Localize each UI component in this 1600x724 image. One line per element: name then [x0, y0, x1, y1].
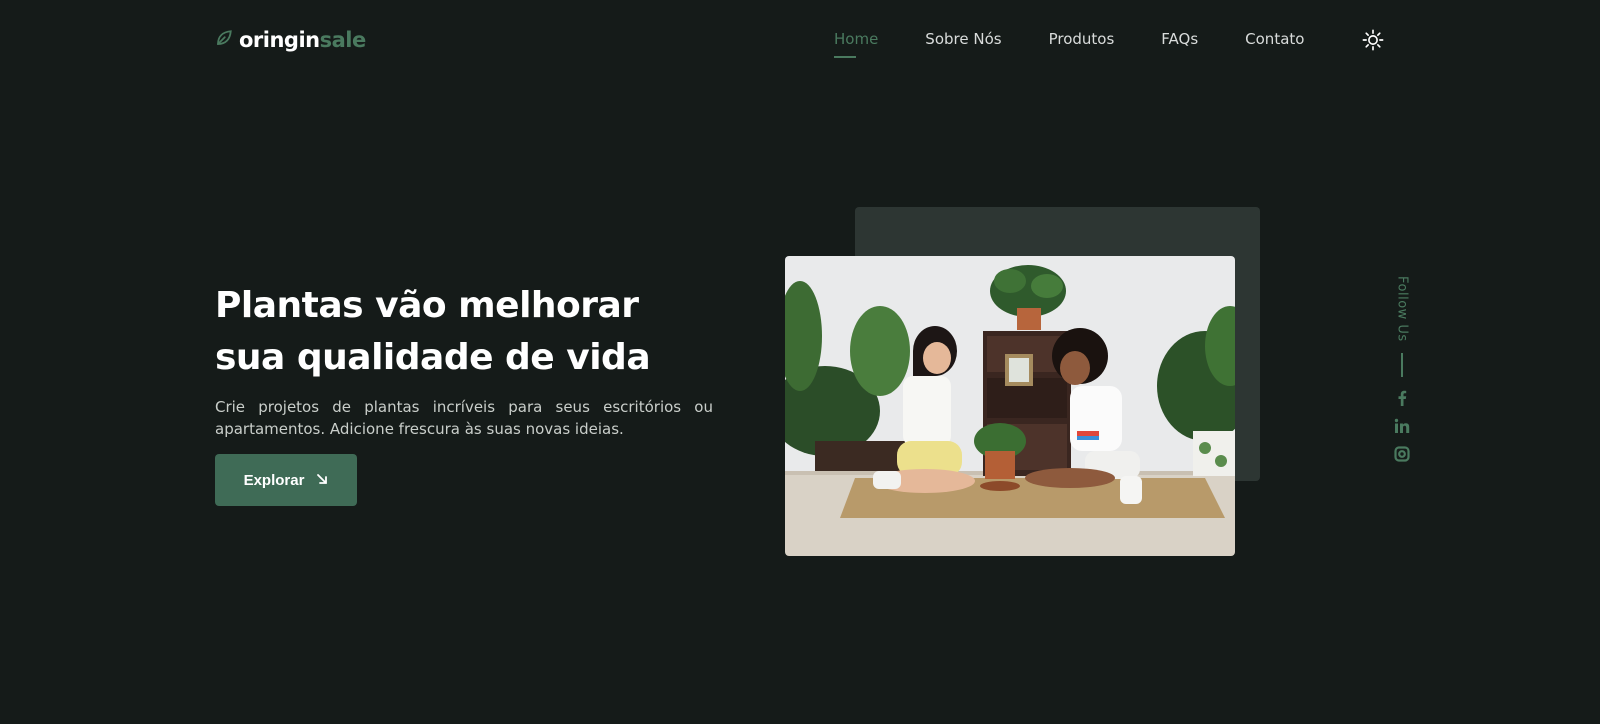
- leaf-icon: [215, 28, 233, 52]
- arrow-down-right-icon: [316, 472, 328, 489]
- follow-divider: [1401, 353, 1403, 377]
- linkedin-icon[interactable]: [1393, 417, 1411, 435]
- hero-title-line-2: sua qualidade de vida: [215, 337, 651, 378]
- theme-toggle-button[interactable]: [1362, 29, 1384, 51]
- brand-logo[interactable]: oringinsale: [215, 28, 366, 52]
- nav-home[interactable]: Home: [834, 30, 878, 58]
- hero-title-line-1: Plantas vão melhorar: [215, 285, 639, 326]
- brand-name-secondary: sale: [319, 28, 367, 52]
- facebook-icon[interactable]: [1393, 389, 1411, 407]
- explore-button[interactable]: Explorar: [215, 454, 357, 506]
- sun-icon: [1362, 29, 1384, 55]
- nav-faqs[interactable]: FAQs: [1161, 30, 1198, 58]
- nav-sobre-nos[interactable]: Sobre Nós: [925, 30, 1001, 58]
- hero-image: [785, 256, 1235, 556]
- nav-contato[interactable]: Contato: [1245, 30, 1304, 58]
- instagram-icon[interactable]: [1393, 445, 1411, 463]
- hero-title: Plantas vão melhorar sua qualidade de vi…: [215, 280, 685, 384]
- brand-name-primary: oringin: [239, 28, 320, 52]
- nav-produtos[interactable]: Produtos: [1049, 30, 1115, 58]
- follow-us: Follow Us: [1390, 276, 1414, 473]
- main-nav: Home Sobre Nós Produtos FAQs Contato: [834, 30, 1351, 58]
- explore-button-label: Explorar: [243, 471, 305, 489]
- follow-us-label: Follow Us: [1394, 276, 1410, 342]
- hero-description: Crie projetos de plantas incríveis para …: [215, 398, 713, 438]
